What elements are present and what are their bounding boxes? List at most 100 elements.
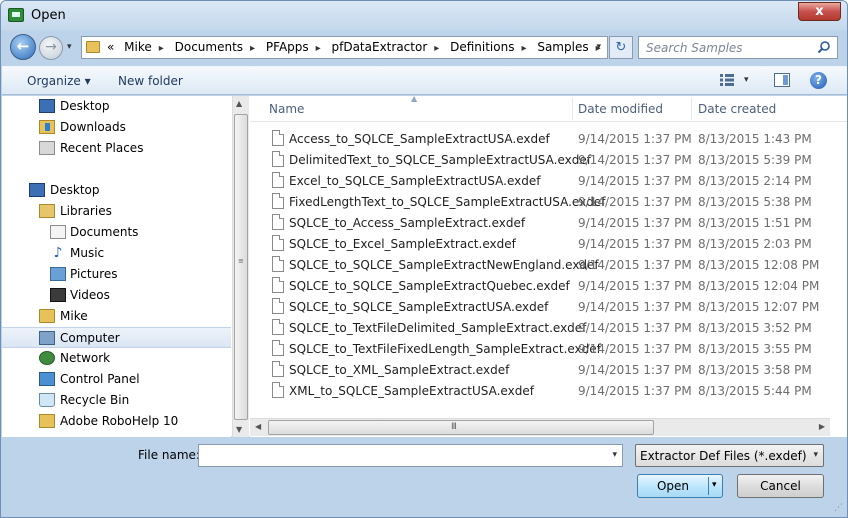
sidebar-item-music[interactable]: ♪ Music	[2, 243, 231, 264]
breadcrumb-documents[interactable]: Documents	[172, 37, 246, 58]
file-date-modified: 9/14/2015 1:37 PM	[578, 195, 692, 209]
file-row[interactable]: FixedLengthText_to_SQLCE_SampleExtractUS…	[250, 191, 830, 212]
file-icon	[272, 172, 284, 188]
file-row[interactable]: SQLCE_to_TextFileDelimited_SampleExtract…	[250, 317, 830, 338]
scroll-right-icon[interactable]: ▶	[819, 422, 825, 431]
file-name: SQLCE_to_Access_SampleExtract.exdef	[289, 216, 526, 230]
sidebar-item-label: Adobe RoboHelp 10	[60, 414, 179, 428]
breadcrumb-separator-icon[interactable]: ▸	[312, 38, 325, 59]
recent-locations-dropdown[interactable]: ▾	[67, 42, 72, 52]
close-button[interactable]: x	[798, 2, 841, 21]
file-list-horizontal-scrollbar[interactable]: ◀ III ▶	[250, 418, 830, 436]
scrollbar-thumb[interactable]: III	[268, 420, 654, 435]
sidebar-item-recent-places[interactable]: Recent Places	[2, 138, 231, 159]
open-options-dropdown[interactable]: ▾	[712, 480, 717, 490]
scroll-down-icon[interactable]: ▼	[236, 425, 242, 434]
sidebar-item-mike[interactable]: Mike	[2, 306, 231, 327]
sidebar-item-label: Videos	[70, 288, 110, 302]
sidebar-item-downloads[interactable]: Downloads	[2, 117, 231, 138]
file-row[interactable]: SQLCE_to_SQLCE_SampleExtractNewEngland.e…	[250, 254, 830, 275]
sidebar-item-computer[interactable]: Computer	[2, 327, 231, 348]
file-row[interactable]: SQLCE_to_TextFileFixedLength_SampleExtra…	[250, 338, 830, 359]
back-button[interactable]: ←	[10, 34, 36, 60]
navigation-pane-scrollbar[interactable]: ▲ ≡ ▼	[232, 96, 249, 437]
sidebar-item-desktop-favorite[interactable]: Desktop	[2, 96, 231, 117]
sidebar-item-network[interactable]: Network	[2, 348, 231, 369]
search-icon[interactable]	[817, 40, 831, 54]
app-icon	[8, 8, 24, 22]
breadcrumb-separator-icon[interactable]: ▸	[430, 38, 443, 59]
file-row[interactable]: SQLCE_to_SQLCE_SampleExtractUSA.exdef 9/…	[250, 296, 830, 317]
breadcrumb-definitions[interactable]: Definitions	[447, 37, 517, 58]
file-row[interactable]: Access_to_SQLCE_SampleExtractUSA.exdef 9…	[250, 128, 830, 149]
scroll-left-icon[interactable]: ◀	[255, 422, 261, 431]
file-type-select[interactable]: Extractor Def Files (*.exdef) ▾	[635, 444, 824, 467]
breadcrumb-samples[interactable]: Samples	[534, 37, 591, 58]
file-date-created: 8/13/2015 3:55 PM	[698, 342, 812, 356]
resize-grip-icon[interactable]: ⋰	[834, 503, 843, 513]
file-name: FixedLengthText_to_SQLCE_SampleExtractUS…	[289, 195, 606, 209]
view-options-dropdown[interactable]: ▾	[744, 75, 749, 85]
sidebar-item-documents[interactable]: Documents	[2, 222, 231, 243]
address-bar[interactable]: « Mike ▸ Documents ▸ PFApps ▸ pfDataExtract…	[81, 36, 608, 59]
refresh-button[interactable]: ↻	[609, 36, 633, 59]
file-name: SQLCE_to_SQLCE_SampleExtractQuebec.exdef	[289, 279, 570, 293]
scroll-up-icon[interactable]: ▲	[236, 99, 242, 108]
search-input[interactable]: Search Samples	[638, 36, 838, 59]
file-row[interactable]: Excel_to_SQLCE_SampleExtractUSA.exdef 9/…	[250, 170, 830, 191]
breadcrumb-pfapps[interactable]: PFApps	[263, 37, 312, 58]
sidebar-item-desktop[interactable]: Desktop	[2, 180, 231, 201]
file-row[interactable]: SQLCE_to_SQLCE_SampleExtractQuebec.exdef…	[250, 275, 830, 296]
file-row[interactable]: XML_to_SQLCE_SampleExtractUSA.exdef 9/14…	[250, 380, 830, 401]
file-icon	[272, 235, 284, 251]
breadcrumb-mike[interactable]: Mike	[121, 37, 155, 58]
open-button[interactable]: Open ▾	[637, 474, 723, 498]
file-name-field[interactable]: ▾	[198, 444, 623, 467]
file-date-modified: 9/14/2015 1:37 PM	[578, 258, 692, 272]
sort-ascending-icon: ▲	[411, 96, 418, 103]
scrollbar-thumb[interactable]: ≡	[234, 114, 248, 420]
forward-button[interactable]: →	[39, 36, 63, 60]
help-icon[interactable]: ?	[810, 72, 827, 89]
address-dropdown[interactable]: ▾	[596, 42, 601, 52]
file-row[interactable]: SQLCE_to_Access_SampleExtract.exdef 9/14…	[250, 212, 830, 233]
file-row[interactable]: SQLCE_to_Excel_SampleExtract.exdef 9/14/…	[250, 233, 830, 254]
column-divider[interactable]	[572, 98, 573, 120]
sidebar-item-videos[interactable]: Videos	[2, 285, 231, 306]
sidebar-item-control-panel[interactable]: Control Panel	[2, 369, 231, 390]
breadcrumb-separator-icon[interactable]: ▸	[246, 38, 259, 59]
column-header-name[interactable]: Name	[269, 102, 304, 116]
file-row[interactable]: DelimitedText_to_SQLCE_SampleExtractUSA.…	[250, 149, 830, 170]
chevron-down-icon: ▾	[813, 450, 818, 460]
file-row[interactable]: SQLCE_to_XML_SampleExtract.exdef 9/14/20…	[250, 359, 830, 380]
file-date-created: 8/13/2015 12:04 PM	[698, 279, 820, 293]
sidebar-item-libraries[interactable]: Libraries	[2, 201, 231, 222]
recent-places-icon	[39, 141, 55, 155]
new-folder-button[interactable]: New folder	[118, 74, 183, 88]
scrollbar-grip-icon: ≡	[238, 257, 244, 265]
column-header-date-modified[interactable]: Date modified	[578, 102, 663, 116]
file-name-dropdown[interactable]: ▾	[612, 450, 617, 460]
organize-button[interactable]: Organize ▾	[27, 74, 91, 88]
folder-icon	[39, 414, 55, 428]
file-name: SQLCE_to_XML_SampleExtract.exdef	[289, 363, 510, 377]
breadcrumb-separator-icon[interactable]: ▸	[517, 38, 530, 59]
split-divider	[708, 477, 709, 495]
videos-icon	[50, 288, 66, 302]
column-header-date-created[interactable]: Date created	[698, 102, 776, 116]
breadcrumb-overflow[interactable]: «	[104, 37, 117, 58]
column-divider[interactable]	[691, 98, 692, 120]
cancel-button[interactable]: Cancel	[737, 474, 824, 498]
change-view-icon[interactable]	[720, 74, 734, 86]
libraries-icon	[39, 204, 55, 218]
user-folder-icon	[39, 309, 55, 323]
sidebar-item-recycle-bin[interactable]: Recycle Bin	[2, 390, 231, 411]
breadcrumb-pfdataextractor[interactable]: pfDataExtractor	[329, 37, 431, 58]
breadcrumb-separator-icon[interactable]: ▸	[155, 38, 168, 59]
file-list: ▲ Name Date modified Date created Access…	[250, 96, 847, 437]
content-area: Desktop Downloads Recent Places Desktop …	[2, 96, 847, 437]
sidebar-item-adobe-robohelp[interactable]: Adobe RoboHelp 10	[2, 411, 231, 432]
sidebar-item-label: Libraries	[60, 204, 112, 218]
preview-pane-icon[interactable]	[774, 73, 790, 87]
sidebar-item-pictures[interactable]: Pictures	[2, 264, 231, 285]
